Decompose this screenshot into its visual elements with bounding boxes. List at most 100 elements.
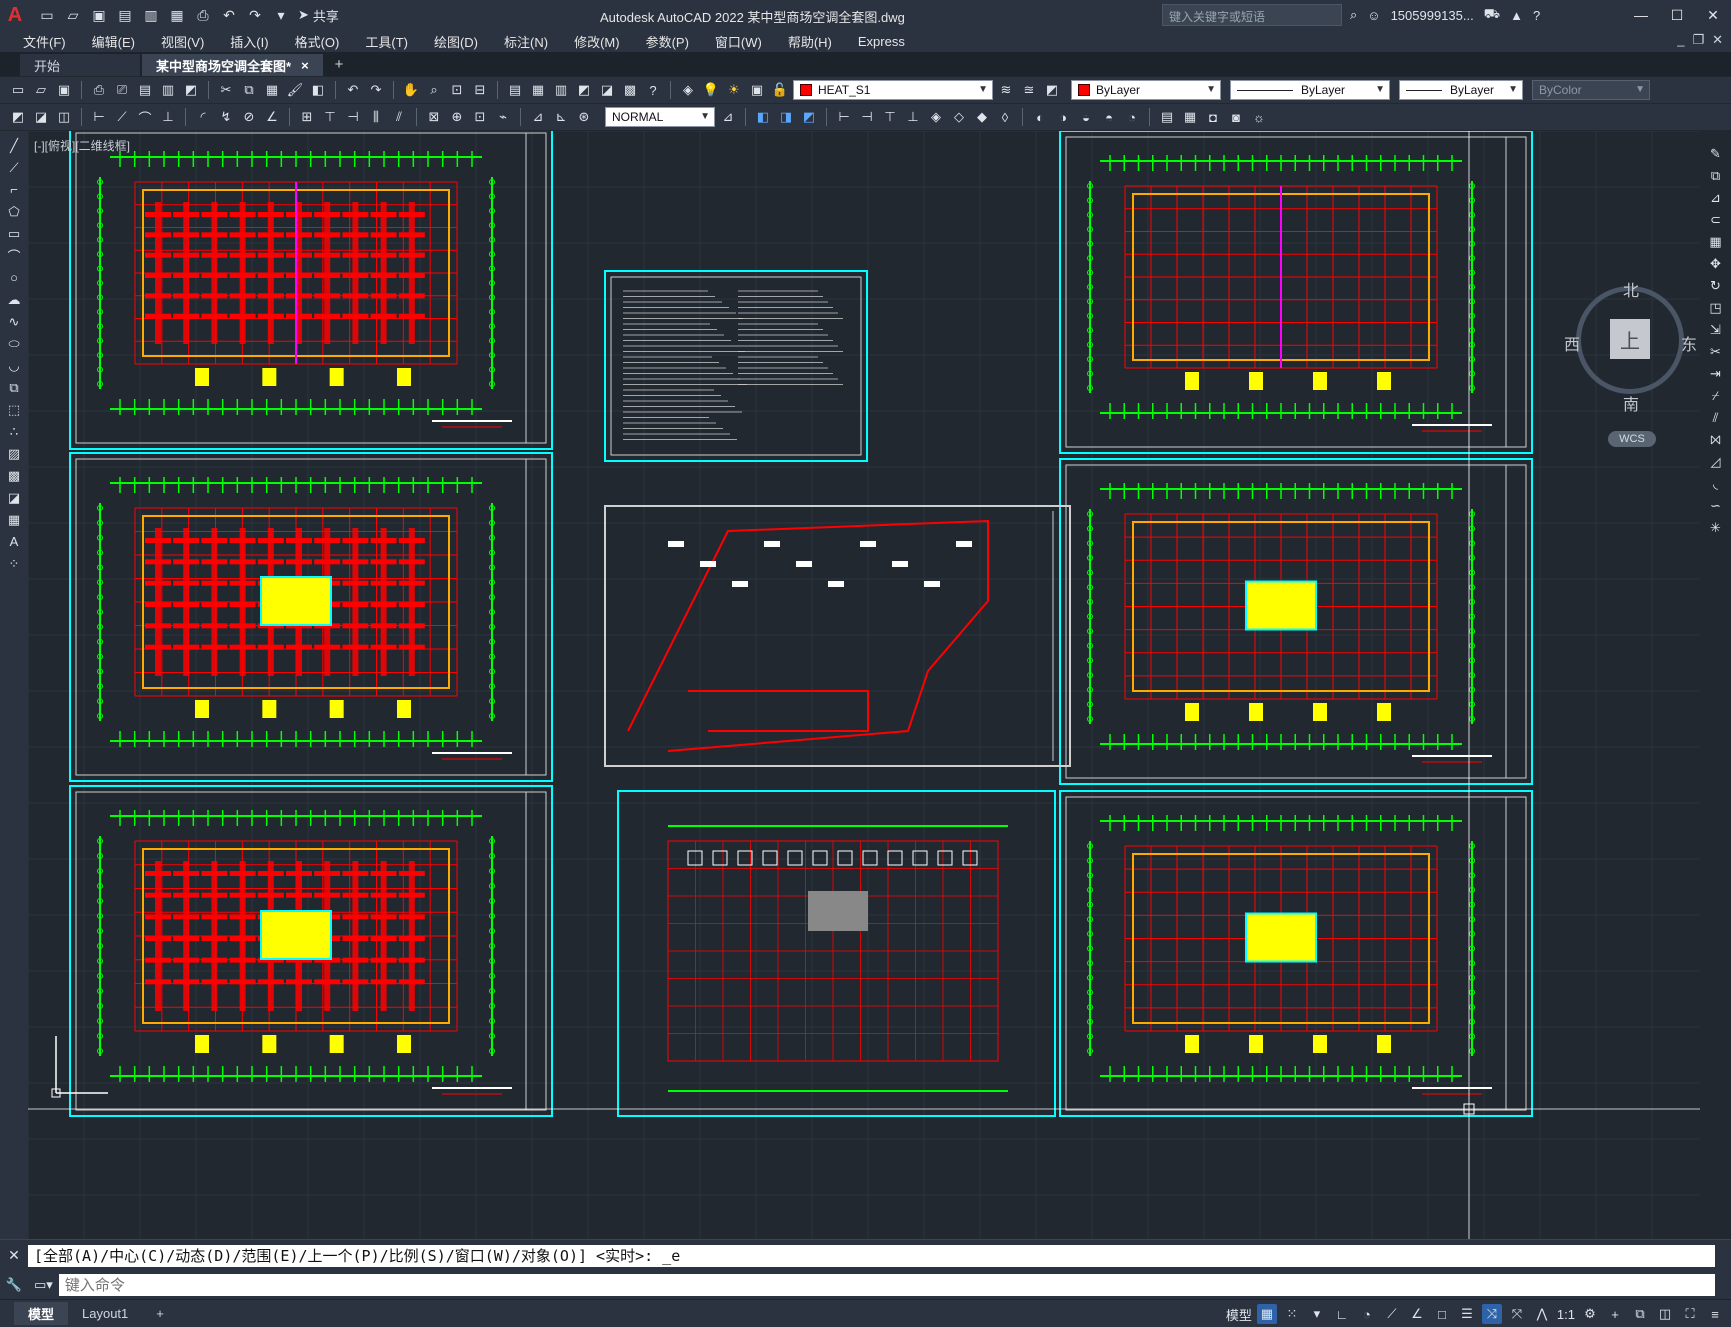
tab-start[interactable]: 开始 [20,54,140,76]
ucs-icon[interactable]: ⊢ [834,107,854,127]
copy-object-icon[interactable]: ⧉ [1707,167,1725,184]
polar-icon[interactable]: ◔ [1357,1304,1377,1324]
dimlinear-icon[interactable]: ◪ [31,107,51,127]
quick-dim-icon[interactable]: ⊞ [297,107,317,127]
lineweight-icon[interactable]: ☰ [1457,1304,1477,1324]
menu-help[interactable]: 帮助(H) [775,32,845,51]
free-orbit-icon[interactable]: ◑ [1053,107,1073,127]
redo-icon[interactable]: ↷ [244,4,266,26]
menu-file[interactable]: 文件(F) [10,32,79,51]
linetype-dropdown[interactable]: ByLayer ▼ [1230,80,1390,100]
dim-space-icon[interactable]: ⫼ [366,107,386,127]
search-input[interactable]: 键入关键字或短语 [1162,4,1342,26]
publish-web-icon[interactable]: ◩ [181,80,201,100]
menu-view[interactable]: 视图(V) [148,32,217,51]
point-icon[interactable]: ∴ [5,423,23,440]
make-block-icon[interactable]: ⬚ [5,401,23,418]
autocad-logo-icon[interactable]: A [0,0,30,30]
redo-icon[interactable]: ↷ [366,80,386,100]
lineweight-dropdown[interactable]: ByLayer ▼ [1399,80,1523,100]
scale-icon[interactable]: ◳ [1707,299,1725,316]
save-icon[interactable]: ▣ [54,80,74,100]
quick-properties-icon[interactable]: ◫ [1655,1304,1675,1324]
insert-block-icon[interactable]: ⧉ [5,379,23,396]
tolerance-icon[interactable]: ⊠ [424,107,444,127]
recent-commands-icon[interactable]: ▭▾ [28,1277,59,1293]
jogged-linear-icon[interactable]: ⌁ [493,107,513,127]
fullscreen-icon[interactable]: ⛶ [1680,1304,1700,1324]
render-icon[interactable]: ◘ [1203,107,1223,127]
polygon-icon[interactable]: ⬠ [5,203,23,220]
construction-line-icon[interactable]: ⟋ [5,159,23,176]
undo-icon[interactable]: ↶ [218,4,240,26]
help-icon[interactable]: ? [643,80,663,100]
isodraft-icon[interactable]: ⟋ [1382,1304,1402,1324]
plotstyle-dropdown[interactable]: ByColor ▼ [1532,80,1650,100]
continuous-orbit-icon[interactable]: ◒ [1076,107,1096,127]
model-space-drawing[interactable] [28,131,1700,1239]
block-editor-icon[interactable]: ◧ [308,80,328,100]
customize-qat-icon[interactable]: ▾ [270,4,292,26]
dim-style-icon[interactable]: ⊿ [718,107,738,127]
inspection-icon[interactable]: ⊡ [470,107,490,127]
join-icon[interactable]: ⨝ [1707,431,1725,448]
calculator-icon[interactable]: ▩ [620,80,640,100]
ucs-zaxis-icon[interactable]: ◊ [995,107,1015,127]
paste-icon[interactable]: ▦ [262,80,282,100]
tab-layout1[interactable]: Layout1 [68,1304,142,1323]
search-icon[interactable]: ⌕ [1350,7,1357,23]
autodesk-app-icon[interactable]: ▲ [1510,8,1523,23]
compass-west[interactable]: 西 [1564,331,1580,355]
mtext-icon[interactable]: A [5,533,23,550]
annotation-visibility-icon[interactable]: ⤧ [1507,1304,1527,1324]
ucs-origin-icon[interactable]: ◆ [972,107,992,127]
save-as-icon[interactable]: ▤ [114,4,136,26]
dim-break-icon[interactable]: ⫽ [389,107,409,127]
layer-on-icon[interactable]: 💡 [701,80,721,100]
wcs-menu[interactable]: WCS [1608,431,1656,447]
camera-icon[interactable]: ◓ [1099,107,1119,127]
table-icon[interactable]: ▦ [5,511,23,528]
tool-palettes-icon[interactable]: ▥ [551,80,571,100]
ucs-face-icon[interactable]: ⊥ [903,107,923,127]
tab-model[interactable]: 模型 [14,1302,69,1325]
tab-drawing[interactable]: 某中型商场空调全套图* × [142,54,323,76]
viewport-controls-label[interactable]: [-][俯视][二维线框] [34,137,130,154]
layer-previous-icon[interactable]: ≊ [1019,80,1039,100]
add-selected-icon[interactable]: ⁘ [5,555,23,572]
open-icon[interactable]: ▱ [31,80,51,100]
compass-north[interactable]: 北 [1623,277,1639,301]
doc-restore-icon[interactable]: ❐ [1692,32,1704,48]
menu-draw[interactable]: 绘图(D) [421,32,491,51]
mirror-icon[interactable]: ⊿ [1707,189,1725,206]
dim-update-icon[interactable]: ⊛ [574,107,594,127]
array-icon[interactable]: ▦ [1707,233,1725,250]
arc-icon[interactable]: ⌒ [5,247,23,264]
cart-icon[interactable]: ⛟ [1484,6,1500,24]
view-back-icon[interactable]: ◨ [776,107,796,127]
view-front-icon[interactable]: ◧ [753,107,773,127]
explode-icon[interactable]: ✳ [1707,519,1725,536]
markup-icon[interactable]: ◪ [597,80,617,100]
layer-freeze-icon[interactable]: ☀ [724,80,744,100]
undo-icon[interactable]: ↶ [343,80,363,100]
ellipse-icon[interactable]: ⬭ [5,335,23,352]
units-icon[interactable]: ⧉ [1630,1304,1650,1324]
rectangle-icon[interactable]: ▭ [5,225,23,242]
color-dropdown[interactable]: ByLayer ▼ [1071,80,1221,100]
gradient-icon[interactable]: ▩ [5,467,23,484]
menu-window[interactable]: 窗口(W) [702,32,775,51]
layer-dropdown[interactable]: HEAT_S1 ▼ [793,80,993,100]
viewcube[interactable]: 上 北 南 东 西 WCS [1564,281,1697,451]
rotate-icon[interactable]: ↻ [1707,277,1725,294]
save-web-icon[interactable]: ▦ [166,4,188,26]
offset-icon[interactable]: ⊂ [1707,211,1725,228]
spline-icon[interactable]: ∿ [5,313,23,330]
cut-icon[interactable]: ✂ [216,80,236,100]
command-close-icon[interactable]: ✕ [0,1247,28,1264]
make-current-layer-icon[interactable]: ≋ [996,80,1016,100]
zoom-realtime-icon[interactable]: ⌕ [424,80,444,100]
qdim-icon[interactable]: ◩ [8,107,28,127]
publish-icon[interactable]: ▤ [135,80,155,100]
open-file-icon[interactable]: ▱ [62,4,84,26]
